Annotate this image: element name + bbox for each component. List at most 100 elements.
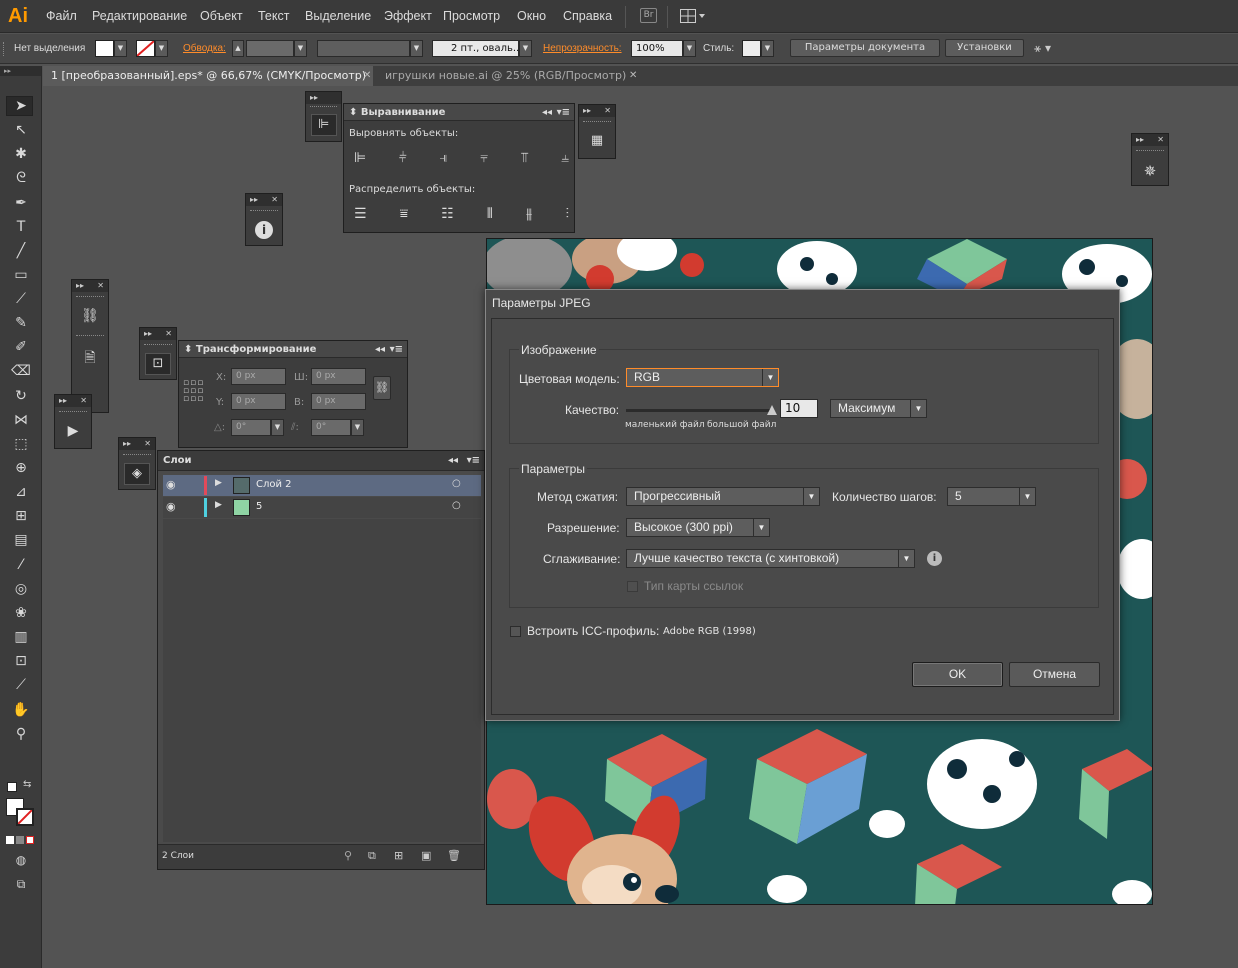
play-actions-icon[interactable]: ▶ — [68, 423, 79, 439]
document-setup-button[interactable]: Параметры документа — [790, 39, 940, 57]
slice-tool-icon[interactable]: ⟋ — [11, 675, 31, 695]
delete-layer-icon[interactable]: 🗑 — [447, 849, 461, 862]
gradient-tool-icon[interactable]: ▤ — [11, 530, 31, 550]
mesh-tool-icon[interactable]: ⊞ — [11, 506, 31, 526]
opacity-field[interactable]: 100% — [631, 40, 683, 57]
collapse-icon[interactable]: ◂◂ — [448, 451, 458, 471]
new-sublayer-icon[interactable]: ⊞ — [394, 849, 403, 862]
tab-document-1[interactable]: 1 [преобразованный].eps* @ 66,67% (CMYK/… — [43, 66, 373, 86]
document-info-icon[interactable]: 🗎 — [84, 347, 95, 371]
imagemap-checkbox[interactable] — [627, 581, 638, 592]
profile-dropdown[interactable]: ▼ — [410, 40, 423, 57]
color-model-select[interactable]: RGB ▼ — [626, 368, 779, 387]
zoom-tool-icon[interactable]: ⚲ — [11, 724, 31, 744]
menu-window[interactable]: Окно — [517, 9, 546, 23]
align-panel-icon[interactable]: ⊫ — [310, 114, 337, 136]
layer-row[interactable]: ◉ ▶ 5 ○ — [163, 497, 481, 518]
distribute-left-icon[interactable]: ⫴ — [487, 206, 493, 222]
target-icon[interactable]: ○ — [452, 478, 461, 489]
layers-panel-header[interactable]: Слои ◂◂ ▾≡ — [158, 451, 484, 471]
visibility-eye-icon[interactable]: ◉ — [166, 500, 176, 513]
stroke-weight-stepper[interactable]: ▲ — [232, 40, 244, 57]
menu-object[interactable]: Объект — [200, 9, 243, 23]
menu-type[interactable]: Текст — [258, 9, 289, 23]
info-icon[interactable]: i — [927, 551, 942, 566]
collapse-icon[interactable]: ▸▸ — [0, 66, 41, 76]
height-field[interactable]: 0 px — [311, 393, 366, 410]
column-graph-tool-icon[interactable]: ▥ — [11, 627, 31, 647]
eraser-tool-icon[interactable]: ⌫ — [11, 361, 31, 381]
menu-file[interactable]: Файл — [46, 9, 77, 23]
cancel-button[interactable]: Отмена — [1009, 662, 1100, 687]
blend-tool-icon[interactable]: ◎ — [11, 579, 31, 599]
align-panel-header[interactable]: ⬍ Выравнивание ◂◂ ▾≡ — [344, 104, 574, 121]
width-field[interactable]: 0 px — [311, 368, 366, 385]
default-colors-icon[interactable] — [7, 782, 17, 792]
target-icon[interactable]: ○ — [452, 500, 461, 511]
x-field[interactable]: 0 px — [231, 368, 286, 385]
stroke-color-icon[interactable] — [16, 808, 34, 826]
rotate-dropdown[interactable]: ▼ — [271, 419, 284, 436]
pencil-tool-icon[interactable]: ✎ — [11, 313, 31, 333]
swap-colors-icon[interactable]: ⇆ — [23, 779, 31, 790]
grip-handle[interactable] — [3, 42, 7, 56]
quality-field[interactable]: 10 — [780, 399, 818, 418]
isolate-options-icon[interactable]: ⚹ ▾ — [1034, 41, 1070, 57]
expand-arrow-icon[interactable]: ▶ — [215, 478, 222, 488]
panel-menu-icon[interactable]: ▾≡ — [557, 104, 570, 121]
stroke-weight-field[interactable] — [246, 40, 294, 57]
tab-document-2[interactable]: игрушки новые.ai @ 25% (RGB/Просмотр) — [377, 66, 637, 86]
shear-field[interactable]: 0° — [311, 419, 351, 436]
distribute-right-icon[interactable]: ⫶ — [565, 206, 569, 222]
magic-wand-tool-icon[interactable]: ✱ — [11, 144, 31, 164]
grid-panel-icon[interactable]: ▦ — [591, 133, 603, 148]
layers-panel-icon[interactable]: ◈ — [124, 463, 150, 485]
color-mode-icons[interactable] — [6, 834, 36, 844]
constrain-proportions-icon[interactable]: ⛓ — [373, 376, 391, 400]
fill-swatch[interactable] — [95, 40, 114, 57]
close-tab-icon[interactable]: ✕ — [363, 66, 371, 86]
layer-name[interactable]: Слой 2 — [256, 479, 292, 490]
align-bottom-icon[interactable]: ⫨ — [561, 150, 569, 166]
rotate-field[interactable]: 0° — [231, 419, 271, 436]
distribute-hcenter-icon[interactable]: ⫵ — [526, 206, 532, 222]
stroke-label[interactable]: Обводка: — [183, 43, 226, 54]
shape-builder-tool-icon[interactable]: ⊕ — [11, 458, 31, 478]
expand-arrow-icon[interactable]: ▶ — [215, 500, 222, 510]
quality-slider[interactable] — [626, 405, 777, 415]
shear-dropdown[interactable]: ▼ — [351, 419, 364, 436]
menu-help[interactable]: Справка — [563, 9, 612, 23]
type-tool-icon[interactable]: T — [11, 217, 31, 237]
style-swatch[interactable] — [742, 40, 761, 57]
new-layer-icon[interactable]: ▣ — [421, 849, 431, 862]
layer-row[interactable]: ◉ ▶ Слой 2 ○ — [163, 475, 481, 496]
perspective-grid-tool-icon[interactable]: ⊿ — [11, 482, 31, 502]
align-hcenter-icon[interactable]: ⫩ — [399, 150, 407, 166]
antialiasing-select[interactable]: Лучше качество текста (с хинтовкой) ▼ — [626, 549, 915, 568]
layer-name[interactable]: 5 — [256, 501, 262, 512]
rotate-tool-icon[interactable]: ↻ — [11, 386, 31, 406]
blob-brush-tool-icon[interactable]: ✐ — [11, 337, 31, 357]
brush-dropdown[interactable]: ▼ — [519, 40, 532, 57]
screen-mode-icon[interactable]: ⧉ — [11, 874, 31, 894]
width-tool-icon[interactable]: ⋈ — [11, 410, 31, 430]
distribute-vcenter-icon[interactable]: ⩸ — [400, 206, 409, 222]
align-left-icon[interactable]: ⊫ — [354, 150, 366, 166]
info-icon[interactable]: i — [255, 221, 273, 239]
reference-point-icon[interactable]: ▫▫▫ ▫▫▫ ▫▫▫ — [183, 379, 204, 404]
style-dropdown[interactable]: ▼ — [761, 40, 774, 57]
menu-view[interactable]: Просмотр — [443, 9, 500, 23]
arrange-documents-button[interactable] — [680, 9, 706, 23]
distribute-top-icon[interactable]: ☰ — [354, 206, 367, 222]
collapse-icon[interactable]: ◂◂ — [375, 341, 385, 358]
menu-edit[interactable]: Редактирование — [92, 9, 187, 23]
eyedropper-tool-icon[interactable]: ⁄ — [11, 555, 31, 575]
align-right-icon[interactable]: ⫣ — [439, 150, 447, 166]
stroke-weight-dropdown[interactable]: ▼ — [294, 40, 307, 57]
locate-object-icon[interactable]: ⚲ — [344, 849, 352, 862]
menu-select[interactable]: Выделение — [305, 9, 371, 23]
opacity-dropdown[interactable]: ▼ — [683, 40, 696, 57]
artboard-tool-icon[interactable]: ⊡ — [11, 651, 31, 671]
align-top-icon[interactable]: ⫧ — [480, 150, 488, 166]
lasso-tool-icon[interactable]: ᘓ — [11, 168, 31, 188]
